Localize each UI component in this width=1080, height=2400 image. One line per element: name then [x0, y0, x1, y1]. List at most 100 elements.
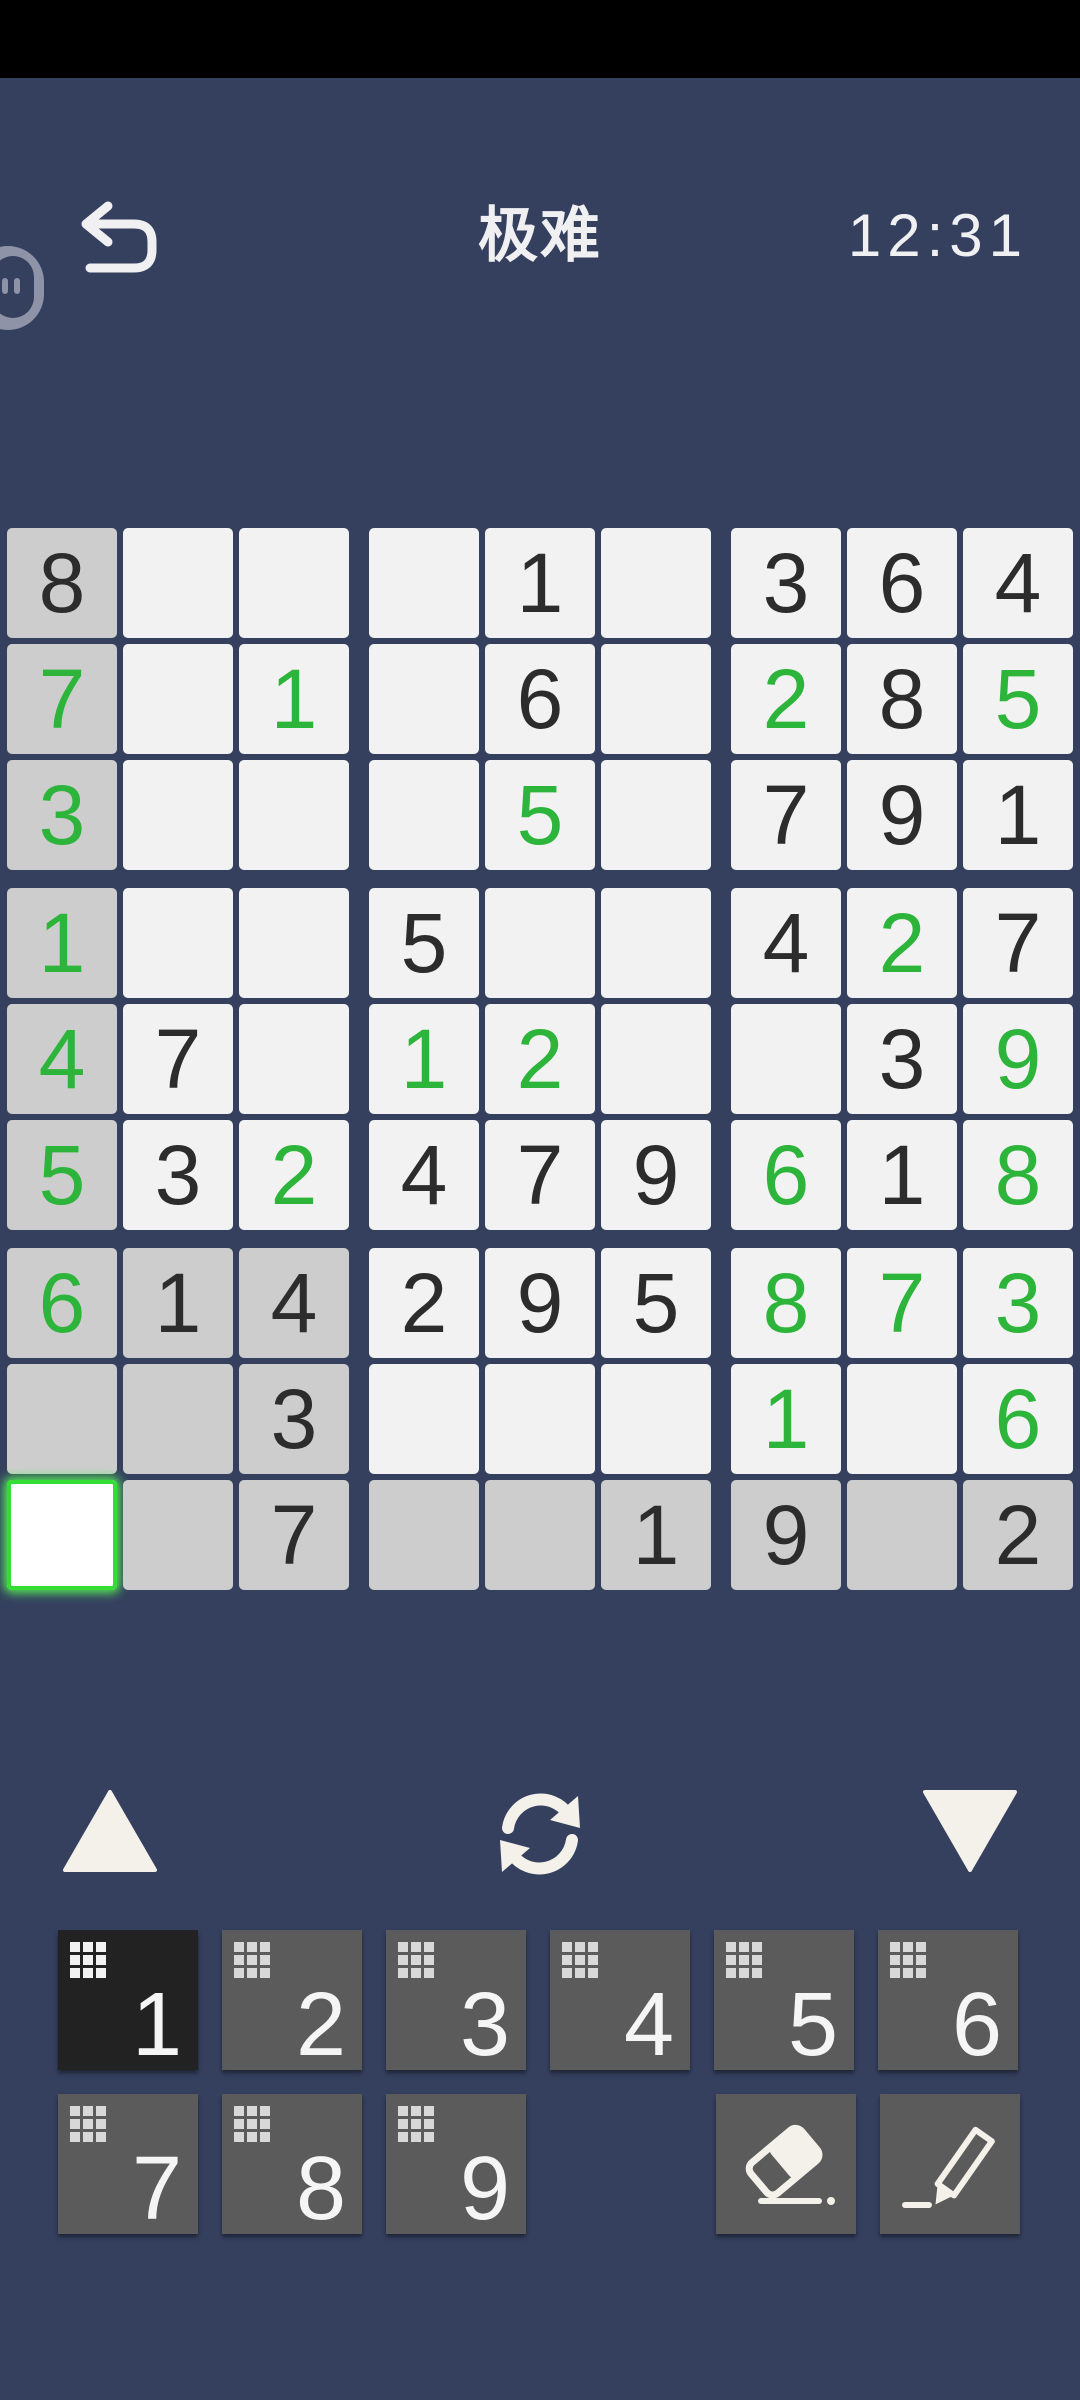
number-button-9[interactable]: 9	[386, 2094, 526, 2234]
refresh-button[interactable]	[488, 1782, 592, 1886]
sudoku-cell[interactable]	[601, 644, 711, 754]
sudoku-cell[interactable]	[123, 528, 233, 638]
sudoku-cell[interactable]: 2	[963, 1480, 1073, 1590]
sudoku-cell[interactable]: 9	[731, 1480, 841, 1590]
sudoku-cell[interactable]: 2	[239, 1120, 349, 1230]
sudoku-cell[interactable]: 3	[963, 1248, 1073, 1358]
sudoku-cell[interactable]: 3	[731, 528, 841, 638]
sudoku-cell[interactable]: 3	[847, 1004, 957, 1114]
sudoku-cell[interactable]: 7	[847, 1248, 957, 1358]
sudoku-cell[interactable]: 7	[485, 1120, 595, 1230]
sudoku-cell[interactable]: 6	[963, 1364, 1073, 1474]
number-button-3[interactable]: 3	[386, 1930, 526, 2070]
sudoku-cell[interactable]	[7, 1480, 117, 1590]
sudoku-cell[interactable]	[239, 888, 349, 998]
sudoku-cell[interactable]	[731, 1004, 841, 1114]
triangle-down-icon[interactable]	[920, 1786, 1020, 1876]
sudoku-cell[interactable]: 2	[485, 1004, 595, 1114]
sudoku-cell[interactable]	[123, 1364, 233, 1474]
sudoku-cell[interactable]: 1	[485, 528, 595, 638]
sudoku-cell[interactable]	[239, 1004, 349, 1114]
number-button-7[interactable]: 7	[58, 2094, 198, 2234]
sudoku-cell[interactable]: 9	[963, 1004, 1073, 1114]
sudoku-cell[interactable]: 6	[485, 644, 595, 754]
sudoku-cell[interactable]: 3	[123, 1120, 233, 1230]
sudoku-cell[interactable]	[369, 760, 479, 870]
triangle-up-icon[interactable]	[60, 1786, 160, 1876]
sudoku-cell[interactable]: 1	[239, 644, 349, 754]
sudoku-cell[interactable]: 6	[731, 1120, 841, 1230]
sudoku-cell[interactable]	[369, 528, 479, 638]
sudoku-cell[interactable]: 4	[731, 888, 841, 998]
number-button-5[interactable]: 5	[714, 1930, 854, 2070]
sudoku-cell[interactable]: 4	[7, 1004, 117, 1114]
sudoku-cell[interactable]: 2	[369, 1248, 479, 1358]
floating-assistant-bubble[interactable]	[0, 246, 44, 330]
sudoku-cell[interactable]: 7	[963, 888, 1073, 998]
sudoku-cell[interactable]	[239, 528, 349, 638]
back-button[interactable]	[78, 198, 162, 282]
sudoku-cell[interactable]	[847, 1480, 957, 1590]
sudoku-cell[interactable]	[239, 760, 349, 870]
sudoku-cell[interactable]: 6	[847, 528, 957, 638]
sudoku-cell[interactable]: 5	[7, 1120, 117, 1230]
sudoku-cell[interactable]: 5	[601, 1248, 711, 1358]
sudoku-cell[interactable]	[369, 644, 479, 754]
sudoku-cell[interactable]	[601, 528, 711, 638]
sudoku-cell[interactable]: 8	[847, 644, 957, 754]
sudoku-cell[interactable]: 1	[601, 1480, 711, 1590]
sudoku-cell[interactable]	[123, 644, 233, 754]
sudoku-cell[interactable]	[7, 1364, 117, 1474]
erase-button[interactable]	[716, 2094, 856, 2234]
sudoku-cell[interactable]: 8	[731, 1248, 841, 1358]
number-button-6[interactable]: 6	[878, 1930, 1018, 2070]
sudoku-cell[interactable]: 1	[7, 888, 117, 998]
sudoku-cell[interactable]: 9	[485, 1248, 595, 1358]
sudoku-cell[interactable]: 4	[369, 1120, 479, 1230]
sudoku-cell[interactable]: 4	[963, 528, 1073, 638]
sudoku-cell[interactable]: 1	[731, 1364, 841, 1474]
sudoku-cell[interactable]	[369, 1364, 479, 1474]
sudoku-cell[interactable]: 4	[239, 1248, 349, 1358]
pencil-button[interactable]	[880, 2094, 1020, 2234]
sudoku-cell[interactable]	[601, 1364, 711, 1474]
sudoku-cell[interactable]: 7	[123, 1004, 233, 1114]
sudoku-cell[interactable]: 1	[847, 1120, 957, 1230]
sudoku-cell[interactable]: 5	[963, 644, 1073, 754]
sudoku-cell[interactable]: 7	[239, 1480, 349, 1590]
sudoku-cell[interactable]: 9	[601, 1120, 711, 1230]
number-button-2[interactable]: 2	[222, 1930, 362, 2070]
sudoku-cell[interactable]: 7	[731, 760, 841, 870]
sudoku-cell[interactable]: 3	[7, 760, 117, 870]
sudoku-cell[interactable]: 8	[7, 528, 117, 638]
sudoku-cell[interactable]	[485, 1364, 595, 1474]
sudoku-cell[interactable]	[123, 1480, 233, 1590]
sudoku-cell[interactable]: 5	[369, 888, 479, 998]
sudoku-cell[interactable]: 7	[7, 644, 117, 754]
sudoku-cell[interactable]	[601, 1004, 711, 1114]
number-button-label: 6	[951, 1975, 1002, 2075]
sudoku-cell[interactable]	[485, 1480, 595, 1590]
sudoku-cell[interactable]: 1	[369, 1004, 479, 1114]
sudoku-cell[interactable]	[123, 888, 233, 998]
sudoku-cell[interactable]: 1	[123, 1248, 233, 1358]
sudoku-cell[interactable]: 1	[963, 760, 1073, 870]
sudoku-cell[interactable]	[485, 888, 595, 998]
sudoku-cell[interactable]	[123, 760, 233, 870]
number-button-label: 4	[623, 1975, 674, 2075]
sudoku-cell[interactable]	[847, 1364, 957, 1474]
sudoku-cell[interactable]: 6	[7, 1248, 117, 1358]
sudoku-cell[interactable]: 3	[239, 1364, 349, 1474]
sudoku-cell[interactable]	[601, 760, 711, 870]
sudoku-cell[interactable]: 9	[847, 760, 957, 870]
number-button-1[interactable]: 1	[58, 1930, 198, 2070]
sudoku-cell[interactable]	[601, 888, 711, 998]
number-button-4[interactable]: 4	[550, 1930, 690, 2070]
sudoku-cell[interactable]: 8	[963, 1120, 1073, 1230]
sudoku-cell[interactable]: 2	[731, 644, 841, 754]
page-title: 极难	[478, 202, 602, 269]
sudoku-cell[interactable]: 5	[485, 760, 595, 870]
sudoku-cell[interactable]: 2	[847, 888, 957, 998]
number-button-8[interactable]: 8	[222, 2094, 362, 2234]
sudoku-cell[interactable]	[369, 1480, 479, 1590]
